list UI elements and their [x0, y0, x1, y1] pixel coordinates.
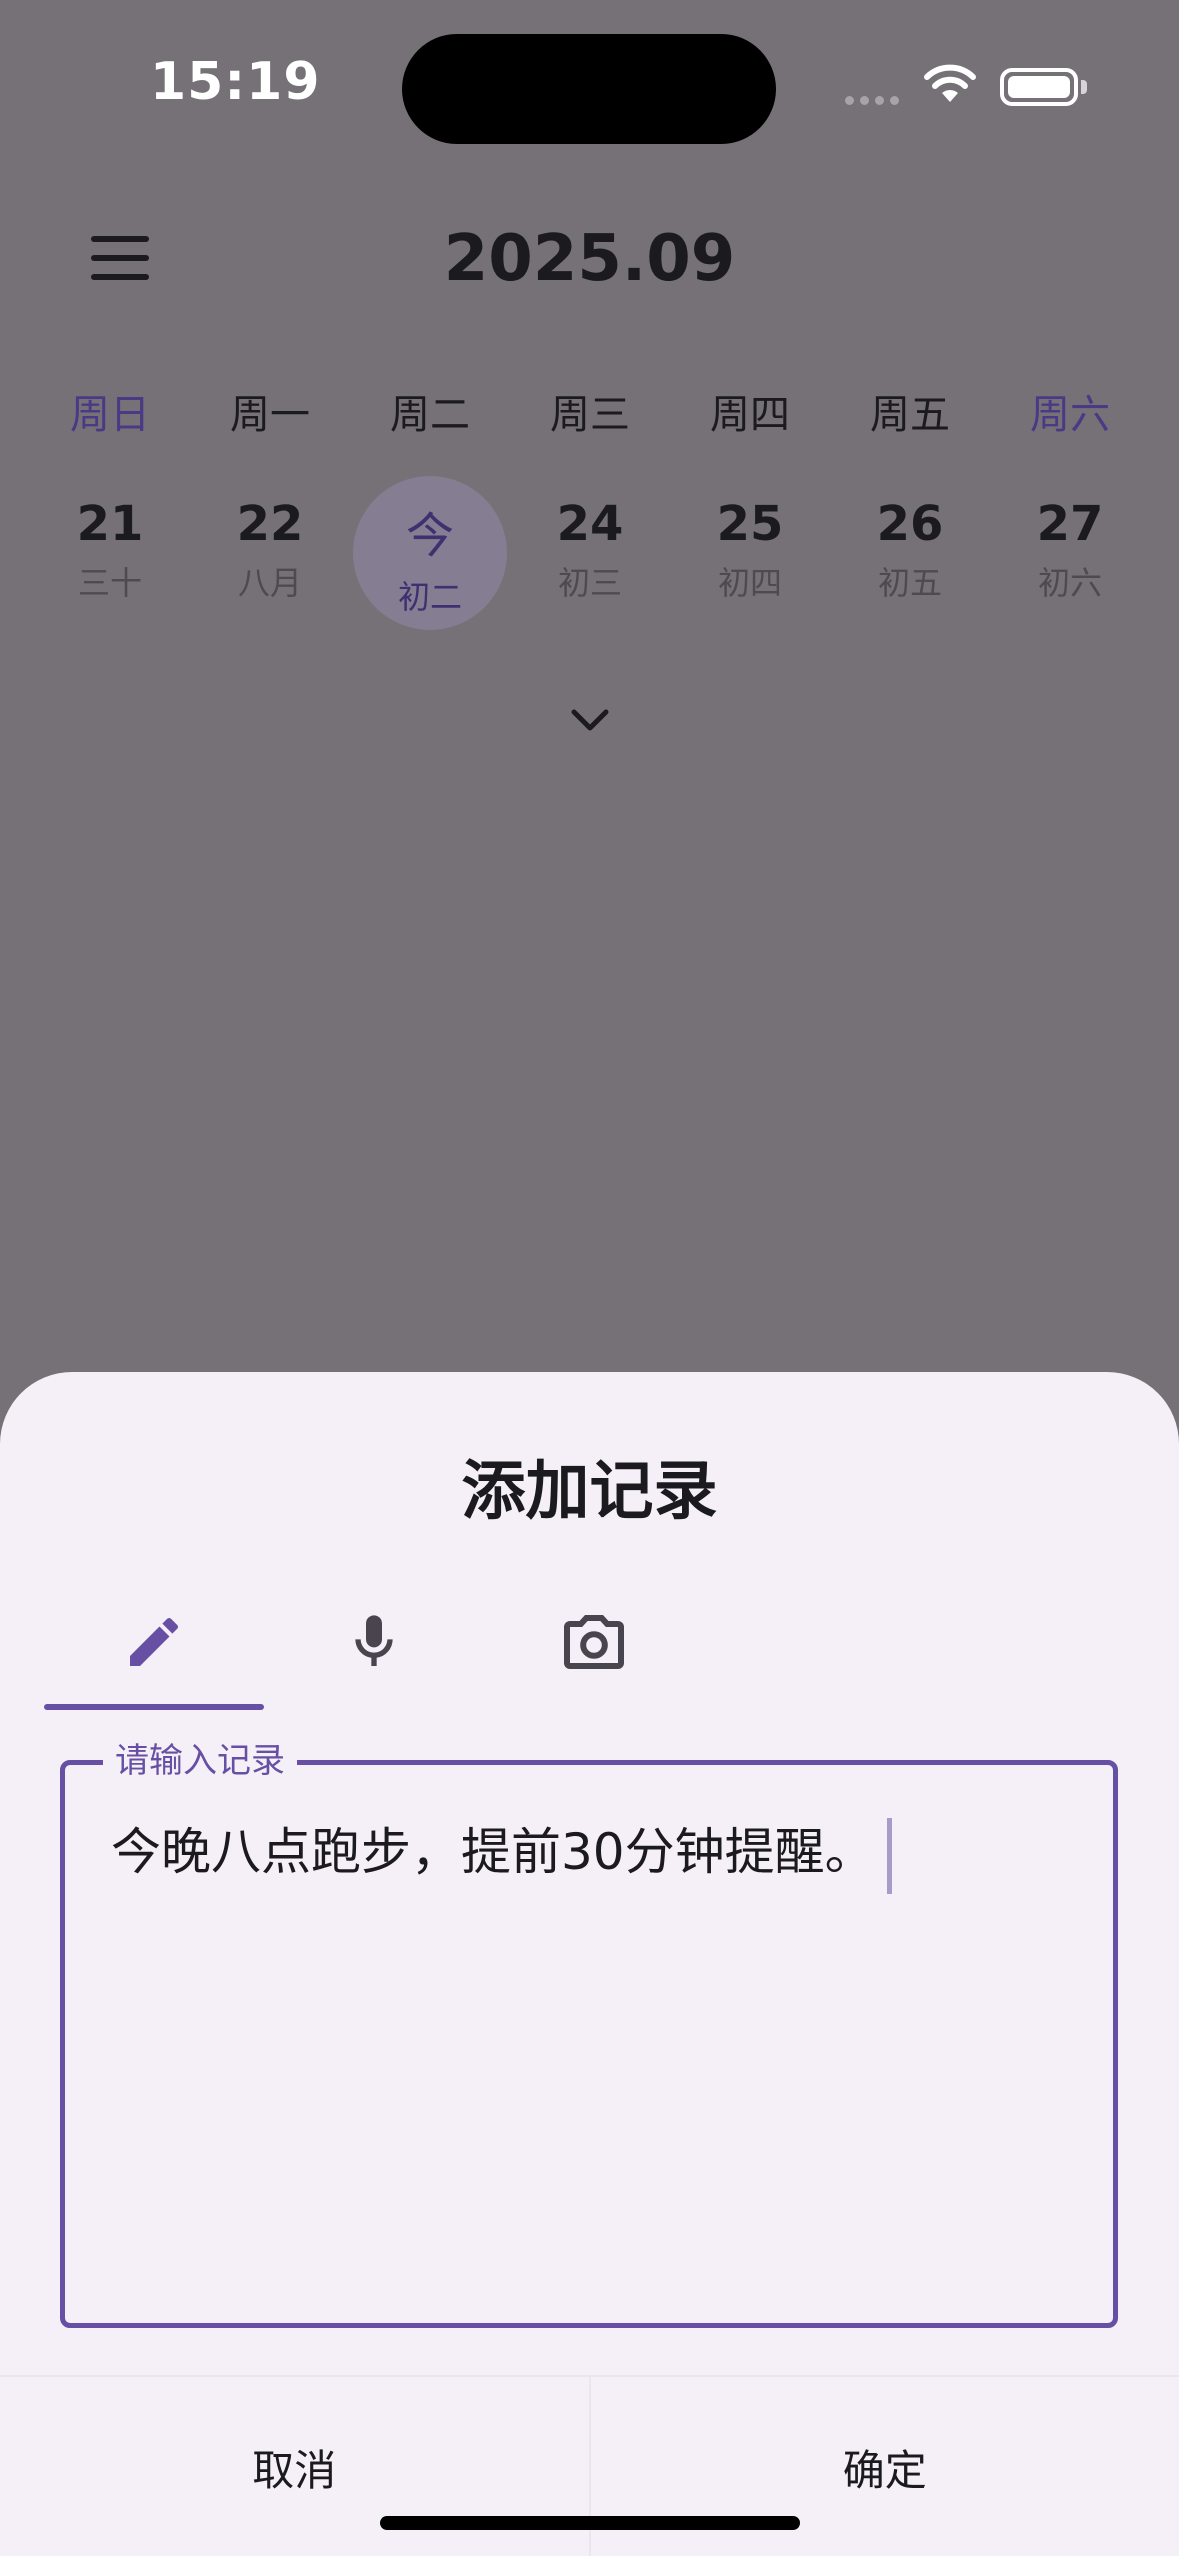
- battery-icon: [1000, 68, 1078, 106]
- tab-voice[interactable]: [264, 1572, 484, 1712]
- lunar-date: 初二: [397, 578, 462, 616]
- day-cell[interactable]: 27 初六: [993, 476, 1147, 630]
- day-number: 今: [405, 508, 454, 564]
- day-column-sun: 周日 21 三十: [30, 380, 190, 630]
- day-number: 21: [76, 496, 144, 552]
- day-cell[interactable]: 21 三十: [33, 476, 187, 630]
- record-input-label: 请输入记录: [103, 1739, 297, 1783]
- month-title[interactable]: 2025.09: [0, 222, 1179, 296]
- record-input-value: 今晚八点跑步，提前30分钟提醒。: [111, 1823, 875, 1881]
- day-cell[interactable]: 26 初五: [833, 476, 987, 630]
- weekday-label: 周五: [870, 392, 950, 438]
- tab-text[interactable]: [44, 1572, 264, 1712]
- sheet-title: 添加记录: [461, 1455, 718, 1529]
- day-column-thu: 周四 25 初四: [670, 380, 830, 630]
- lunar-date: 初四: [717, 564, 782, 602]
- battery-tip: [1081, 80, 1087, 94]
- day-cell[interactable]: 22 八月: [193, 476, 347, 630]
- microphone-icon: [355, 1615, 393, 1666]
- day-number: 22: [236, 496, 304, 552]
- day-cell[interactable]: 24 初三: [513, 476, 667, 630]
- wifi-icon: [924, 64, 976, 102]
- calendar-screen: 15:19 2025.09 周日 21 三十 周一 22 八月 周二 今 初二 …: [0, 0, 1179, 2556]
- day-number: 24: [556, 496, 624, 552]
- day-number: 25: [716, 496, 784, 552]
- record-input-text[interactable]: 今晚八点跑步，提前30分钟提醒。: [111, 1817, 892, 1894]
- lunar-date: 初六: [1037, 564, 1102, 602]
- lunar-date: 初五: [877, 564, 942, 602]
- status-time: 15:19: [150, 52, 321, 112]
- input-mode-tabs: [44, 1572, 674, 1712]
- chevron-down-icon[interactable]: [570, 706, 610, 736]
- add-record-sheet: 添加记录 请输入记录 今晚八点跑步，提前30分钟提醒。 取消 确定: [0, 1372, 1179, 2556]
- lunar-date: 八月: [237, 564, 302, 602]
- record-input[interactable]: 请输入记录 今晚八点跑步，提前30分钟提醒。: [60, 1739, 1118, 2328]
- day-number: 27: [1036, 496, 1104, 552]
- pencil-icon: [130, 1617, 179, 1666]
- dynamic-island: [402, 34, 776, 144]
- lunar-date: 初三: [557, 564, 622, 602]
- cellular-signal-icon: [845, 96, 899, 105]
- day-number: 26: [876, 496, 944, 552]
- week-strip: 周日 21 三十 周一 22 八月 周二 今 初二 周三 24 初三 周四 25…: [30, 380, 1150, 630]
- tab-camera[interactable]: [484, 1572, 704, 1712]
- weekday-label: 周二: [390, 392, 470, 438]
- weekday-label: 周一: [230, 392, 310, 438]
- tab-indicator: [44, 1704, 264, 1710]
- text-caret: [886, 1817, 892, 1894]
- lunar-date: 三十: [77, 564, 142, 602]
- home-indicator[interactable]: [380, 2516, 800, 2530]
- day-cell-today[interactable]: 今 初二: [353, 476, 507, 630]
- day-column-sat: 周六 27 初六: [990, 380, 1150, 630]
- camera-icon: [564, 1615, 624, 1669]
- weekday-label: 周日: [70, 392, 150, 438]
- day-cell[interactable]: 25 初四: [673, 476, 827, 630]
- weekday-label: 周四: [710, 392, 790, 438]
- day-column-tue: 周二 今 初二: [350, 380, 510, 630]
- day-column-fri: 周五 26 初五: [830, 380, 990, 630]
- weekday-label: 周六: [1030, 392, 1110, 438]
- weekday-label: 周三: [550, 392, 630, 438]
- day-column-wed: 周三 24 初三: [510, 380, 670, 630]
- day-column-mon: 周一 22 八月: [190, 380, 350, 630]
